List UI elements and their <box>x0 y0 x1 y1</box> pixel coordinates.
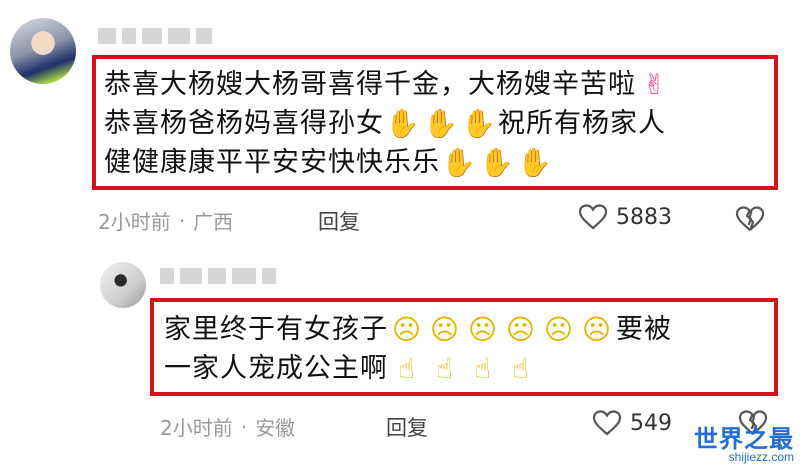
thumbs-up-icon: ☝ <box>435 351 455 385</box>
clapping-hands-icon: ✋ <box>517 145 553 179</box>
thumbs-up-icon: ☝ <box>397 351 417 385</box>
comment-text: 恭喜大杨嫂大杨哥喜得千金，大杨嫂辛苦啦 <box>104 69 636 100</box>
crying-face-icon: ☹ <box>543 312 575 346</box>
comment-time: 2小时前 <box>160 416 233 440</box>
clapping-hands-icon: ✋ <box>423 106 459 140</box>
highlighted-comment-1: 恭喜大杨嫂大杨哥喜得千金，大杨嫂辛苦啦 ✌ 恭喜杨爸杨妈喜得孙女 ✋ ✋ ✋ 祝… <box>92 55 778 190</box>
like-count: 549 <box>630 410 672 436</box>
comment-text: 一家人宠成公主啊 <box>164 353 388 384</box>
clapping-hands-icon: ✋ <box>385 106 421 140</box>
crying-face-icon: ☹ <box>467 312 499 346</box>
comment-meta: 2小时前 · 广西 <box>98 206 233 235</box>
avatar[interactable] <box>100 262 146 308</box>
comment-time: 2小时前 <box>98 210 171 234</box>
comment-meta: 2小时前 · 安徽 <box>160 412 295 441</box>
clapping-hands-icon: ✋ <box>461 106 497 140</box>
comment-location: 安徽 <box>255 416 296 440</box>
watermark-title: 世界之最 <box>694 426 794 453</box>
comment-text: 健健康康平平安安快快乐乐 <box>104 147 440 178</box>
comment-line: 恭喜大杨嫂大杨哥喜得千金，大杨嫂辛苦啦 ✌ <box>104 65 774 104</box>
comment-text: 要被 <box>616 314 672 345</box>
blurred-username <box>160 268 276 284</box>
hand-with-heart-icon: ✌ <box>642 67 668 101</box>
comment-line: 一家人宠成公主啊 ☝ ☝ ☝ ☝ <box>164 349 774 388</box>
like-button[interactable]: 549 <box>592 410 672 436</box>
reply-button[interactable]: 回复 <box>386 412 428 442</box>
like-button[interactable]: 5883 <box>578 204 672 230</box>
comment-location: 广西 <box>193 210 234 234</box>
crying-face-icon: ☹ <box>429 312 461 346</box>
crying-face-icon: ☹ <box>505 312 537 346</box>
crying-face-icon: ☹ <box>581 312 613 346</box>
blurred-username <box>98 28 212 44</box>
clapping-hands-icon: ✋ <box>441 145 477 179</box>
comment-text: 家里终于有女孩子 <box>164 314 388 345</box>
like-count: 5883 <box>616 204 672 230</box>
comment-text: 恭喜杨爸杨妈喜得孙女 <box>104 108 384 139</box>
comment-line: 家里终于有女孩子 ☹ ☹ ☹ ☹ ☹ ☹ 要被 <box>164 310 774 349</box>
avatar[interactable] <box>10 18 76 84</box>
crying-face-icon: ☹ <box>391 312 423 346</box>
comment-line: 健健康康平平安安快快乐乐 ✋ ✋ ✋ <box>104 143 774 182</box>
separator-dot: · <box>178 208 186 233</box>
broken-heart-icon <box>735 206 765 231</box>
clapping-hands-icon: ✋ <box>479 145 515 179</box>
heart-outline-icon <box>578 204 608 230</box>
thumbs-up-icon: ☝ <box>473 351 493 385</box>
highlighted-comment-2: 家里终于有女孩子 ☹ ☹ ☹ ☹ ☹ ☹ 要被 一家人宠成公主啊 ☝ ☝ ☝ ☝ <box>150 298 778 396</box>
thumbs-up-icon: ☝ <box>511 351 531 385</box>
heart-outline-icon <box>592 410 622 436</box>
reply-button[interactable]: 回复 <box>318 206 360 236</box>
site-watermark: 世界之最 shijiezz.com <box>694 419 794 464</box>
comment-line: 恭喜杨爸杨妈喜得孙女 ✋ ✋ ✋ 祝所有杨家人 <box>104 104 774 143</box>
dislike-button[interactable] <box>735 206 765 236</box>
comment-text: 祝所有杨家人 <box>498 108 666 139</box>
separator-dot: · <box>240 414 248 439</box>
